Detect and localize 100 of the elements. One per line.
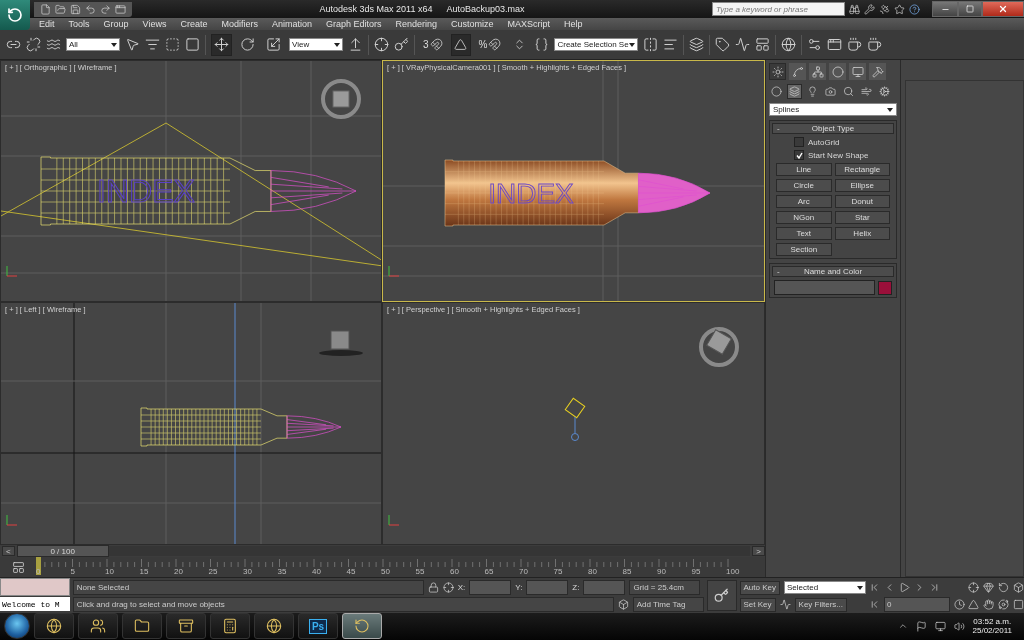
snap-button[interactable]: 3 bbox=[420, 33, 446, 56]
selection-filter-dropdown[interactable]: All bbox=[66, 38, 120, 52]
snap-button[interactable]: % bbox=[475, 33, 505, 56]
coordinate-field[interactable] bbox=[583, 580, 626, 596]
previous-frame-button[interactable]: < bbox=[2, 546, 15, 557]
network-icon[interactable] bbox=[934, 620, 946, 632]
taskbar-app[interactable] bbox=[78, 613, 118, 640]
frame-field[interactable]: 0 bbox=[884, 597, 950, 613]
rollout-header[interactable]: - Object Type bbox=[772, 123, 894, 135]
coordinate-field[interactable] bbox=[469, 580, 512, 596]
unlink-icon[interactable] bbox=[26, 37, 41, 53]
next-frame-button[interactable]: > bbox=[752, 546, 765, 557]
checkbox[interactable] bbox=[794, 150, 804, 161]
satellite-icon[interactable] bbox=[879, 3, 890, 15]
search-field[interactable]: Type a keyword or phrase bbox=[712, 2, 845, 16]
pan-icon[interactable] bbox=[983, 599, 994, 611]
taskbar-app[interactable] bbox=[166, 613, 206, 640]
menu-item[interactable]: MAXScript bbox=[500, 18, 558, 30]
shape-button[interactable]: Ellipse bbox=[834, 179, 890, 193]
magnet-icon[interactable] bbox=[488, 38, 502, 52]
curve-editor-icon[interactable] bbox=[735, 37, 751, 53]
menu-item[interactable]: Tools bbox=[61, 18, 97, 30]
taskbar-app[interactable] bbox=[122, 613, 162, 640]
snap-button[interactable] bbox=[450, 33, 471, 56]
current-frame-marker[interactable] bbox=[36, 557, 41, 576]
time-slider-track[interactable]: 0 / 100 bbox=[16, 546, 751, 557]
taskbar-app[interactable] bbox=[342, 613, 382, 640]
teapot-icon[interactable] bbox=[847, 37, 863, 53]
named-selection-dropdown[interactable]: Create Selection Se bbox=[554, 38, 639, 52]
taskbar-app[interactable] bbox=[210, 613, 250, 640]
help-icon[interactable] bbox=[909, 3, 920, 15]
play-icon[interactable] bbox=[899, 582, 910, 594]
maximize-viewport-icon[interactable] bbox=[1013, 599, 1024, 611]
checkbox[interactable] bbox=[794, 137, 804, 148]
folder-icon[interactable] bbox=[55, 3, 66, 15]
save-icon[interactable] bbox=[70, 3, 81, 15]
taskbar-app[interactable] bbox=[254, 613, 294, 640]
coordinate-field[interactable] bbox=[526, 580, 569, 596]
region-select-icon[interactable] bbox=[165, 37, 180, 53]
mirror-icon[interactable] bbox=[643, 37, 659, 53]
auto-key-button[interactable]: Auto Key bbox=[739, 580, 780, 595]
redo-icon[interactable] bbox=[100, 3, 111, 15]
orbit-icon[interactable] bbox=[998, 599, 1009, 611]
select-icon[interactable] bbox=[125, 37, 140, 53]
menu-item[interactable]: Help bbox=[557, 18, 590, 30]
undo-view-icon[interactable] bbox=[998, 582, 1009, 594]
window-icon[interactable] bbox=[115, 3, 126, 15]
shape-button[interactable]: Rectangle bbox=[834, 163, 890, 177]
menu-item[interactable]: Create bbox=[173, 18, 215, 30]
teapot-icon[interactable] bbox=[867, 37, 883, 53]
edit-selection-icon[interactable] bbox=[534, 37, 550, 53]
type-dropdown[interactable]: Splines bbox=[769, 103, 897, 117]
select-by-name-icon[interactable] bbox=[145, 37, 160, 53]
shape-button[interactable]: Line bbox=[776, 163, 832, 177]
shape-button[interactable]: Circle bbox=[776, 179, 832, 193]
menu-item[interactable]: Edit bbox=[32, 18, 62, 30]
magnet-icon[interactable] bbox=[429, 38, 443, 52]
star-icon[interactable] bbox=[894, 3, 905, 15]
wrench-icon[interactable] bbox=[864, 3, 875, 15]
new-file-icon[interactable] bbox=[40, 3, 51, 15]
menu-item[interactable]: Modifiers bbox=[214, 18, 265, 30]
color-swatch[interactable] bbox=[878, 280, 892, 295]
time-configuration-icon[interactable] bbox=[954, 599, 965, 611]
align-icon[interactable] bbox=[663, 37, 679, 53]
shape-button[interactable]: Star bbox=[834, 211, 890, 225]
undo-icon[interactable] bbox=[85, 3, 96, 15]
track-bar-icon[interactable] bbox=[11, 560, 25, 574]
listener-input[interactable] bbox=[0, 578, 70, 597]
menu-item[interactable]: Rendering bbox=[388, 18, 445, 30]
flag-icon[interactable] bbox=[915, 620, 927, 632]
menu-item[interactable]: Customize bbox=[444, 18, 501, 30]
start-button[interactable] bbox=[4, 613, 30, 640]
coordinate-system-dropdown[interactable]: View bbox=[289, 38, 343, 52]
key-set-dropdown[interactable]: Selected bbox=[784, 581, 866, 595]
time-slider-thumb[interactable]: 0 / 100 bbox=[16, 545, 109, 558]
binoculars-icon[interactable] bbox=[849, 3, 860, 15]
go-to-end-icon[interactable] bbox=[929, 582, 940, 594]
shape-button[interactable]: NGon bbox=[776, 211, 832, 225]
menu-item[interactable]: Views bbox=[135, 18, 174, 30]
rollout-header[interactable]: - Name and Color bbox=[772, 266, 894, 278]
set-keys-button[interactable] bbox=[706, 580, 737, 612]
taskbar-app[interactable]: Ps bbox=[298, 613, 338, 640]
close-button[interactable] bbox=[982, 1, 1024, 17]
shape-button[interactable]: Helix bbox=[834, 227, 890, 241]
menu-item[interactable]: Group bbox=[96, 18, 136, 30]
shape-button[interactable]: Text bbox=[776, 227, 832, 241]
app-menu-button[interactable] bbox=[0, 0, 30, 30]
render-frame-icon[interactable] bbox=[827, 37, 843, 53]
window-crossing-icon[interactable] bbox=[185, 37, 200, 53]
set-key-button[interactable]: Set Key bbox=[739, 597, 776, 612]
angle-snap-icon[interactable] bbox=[454, 38, 468, 52]
shape-button[interactable]: Donut bbox=[834, 195, 890, 209]
lock-icon[interactable] bbox=[427, 582, 439, 594]
shape-button[interactable]: Arc bbox=[776, 195, 832, 209]
menu-item[interactable]: Animation bbox=[264, 18, 319, 30]
key-filters-button[interactable]: Key Filters... bbox=[794, 597, 847, 612]
shape-button[interactable]: Section bbox=[776, 243, 832, 257]
taskbar-app[interactable] bbox=[34, 613, 74, 640]
maximize-button[interactable] bbox=[958, 1, 982, 17]
tangent-icon[interactable] bbox=[779, 599, 791, 611]
